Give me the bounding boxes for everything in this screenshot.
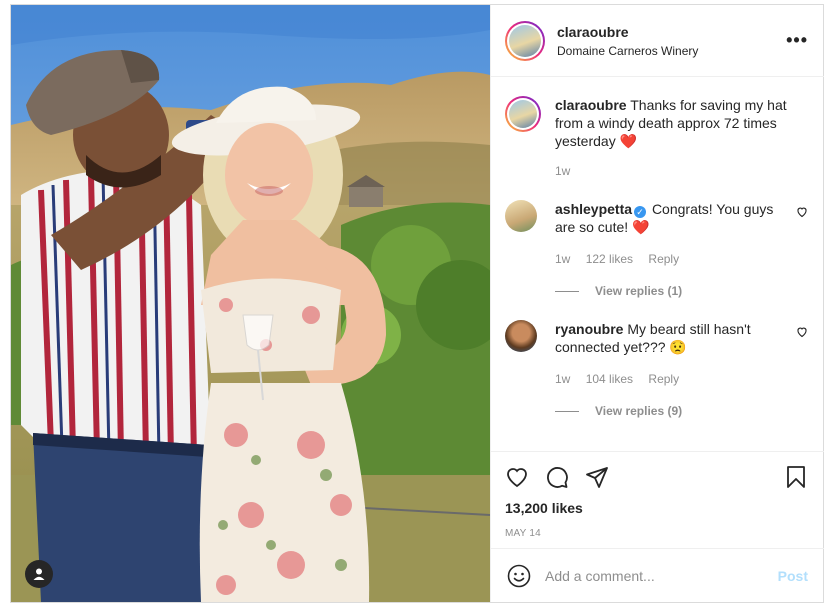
comment-time[interactable]: 1w: [555, 252, 570, 266]
photo-illustration: [11, 5, 490, 602]
view-replies-label[interactable]: View replies (1): [595, 284, 682, 298]
more-options-icon[interactable]: •••: [786, 30, 808, 51]
comment-item: ashleypetta ✓ Congrats! You guys are so c…: [505, 200, 808, 268]
post-actions: 13,200 likes MAY 14: [491, 451, 824, 539]
commenter-avatar[interactable]: [505, 200, 537, 232]
verified-badge-icon: ✓: [634, 206, 647, 218]
comment-bubble-icon[interactable]: [545, 465, 569, 489]
post-date[interactable]: MAY 14: [505, 528, 808, 539]
comment-username[interactable]: ryanoubre: [555, 321, 623, 337]
worried-emoji: 😟: [669, 339, 687, 355]
post-side-panel: claraoubre Domaine Carneros Winery ••• c…: [490, 5, 824, 602]
reply-button[interactable]: Reply: [648, 252, 679, 266]
view-replies-button[interactable]: View replies (1): [555, 284, 808, 298]
like-heart-icon[interactable]: [505, 465, 529, 489]
emoji-smiley-icon[interactable]: [507, 564, 531, 588]
post-header: claraoubre Domaine Carneros Winery •••: [491, 5, 824, 77]
like-comment-heart-icon[interactable]: [796, 206, 808, 218]
comment-input[interactable]: [545, 567, 778, 584]
heart-emoji: ❤️: [632, 219, 650, 235]
comment-username[interactable]: ashleypetta: [555, 201, 632, 217]
author-username[interactable]: claraoubre: [557, 24, 786, 40]
caption: claraoubre Thanks for saving my hat from…: [505, 96, 808, 180]
heart-emoji: ❤️: [619, 133, 638, 149]
author-avatar[interactable]: [505, 20, 545, 61]
comment-likes[interactable]: 104 likes: [586, 372, 633, 386]
post-location[interactable]: Domaine Carneros Winery: [557, 44, 786, 58]
share-send-icon[interactable]: [585, 465, 609, 489]
caption-avatar[interactable]: [505, 96, 541, 132]
add-comment-bar: Post: [491, 548, 824, 602]
comments-list: claraoubre Thanks for saving my hat from…: [491, 78, 824, 451]
post-comment-button[interactable]: Post: [778, 568, 808, 584]
instagram-post: claraoubre Domaine Carneros Winery ••• c…: [10, 4, 824, 603]
caption-time[interactable]: 1w: [555, 164, 570, 178]
comment-item: ryanoubre My beard still hasn't connecte…: [505, 320, 808, 388]
reply-button[interactable]: Reply: [648, 372, 679, 386]
save-bookmark-icon[interactable]: [784, 465, 808, 489]
view-replies-label[interactable]: View replies (9): [595, 404, 682, 418]
caption-username[interactable]: claraoubre: [555, 97, 627, 113]
commenter-avatar[interactable]: [505, 320, 537, 352]
view-replies-button[interactable]: View replies (9): [555, 404, 808, 418]
like-comment-heart-icon[interactable]: [796, 326, 808, 338]
comment-time[interactable]: 1w: [555, 372, 570, 386]
likes-count[interactable]: 13,200 likes: [505, 500, 808, 516]
post-photo[interactable]: [11, 5, 490, 602]
comment-likes[interactable]: 122 likes: [586, 252, 633, 266]
person-icon: [33, 568, 45, 580]
tagged-user-icon[interactable]: [25, 560, 53, 588]
